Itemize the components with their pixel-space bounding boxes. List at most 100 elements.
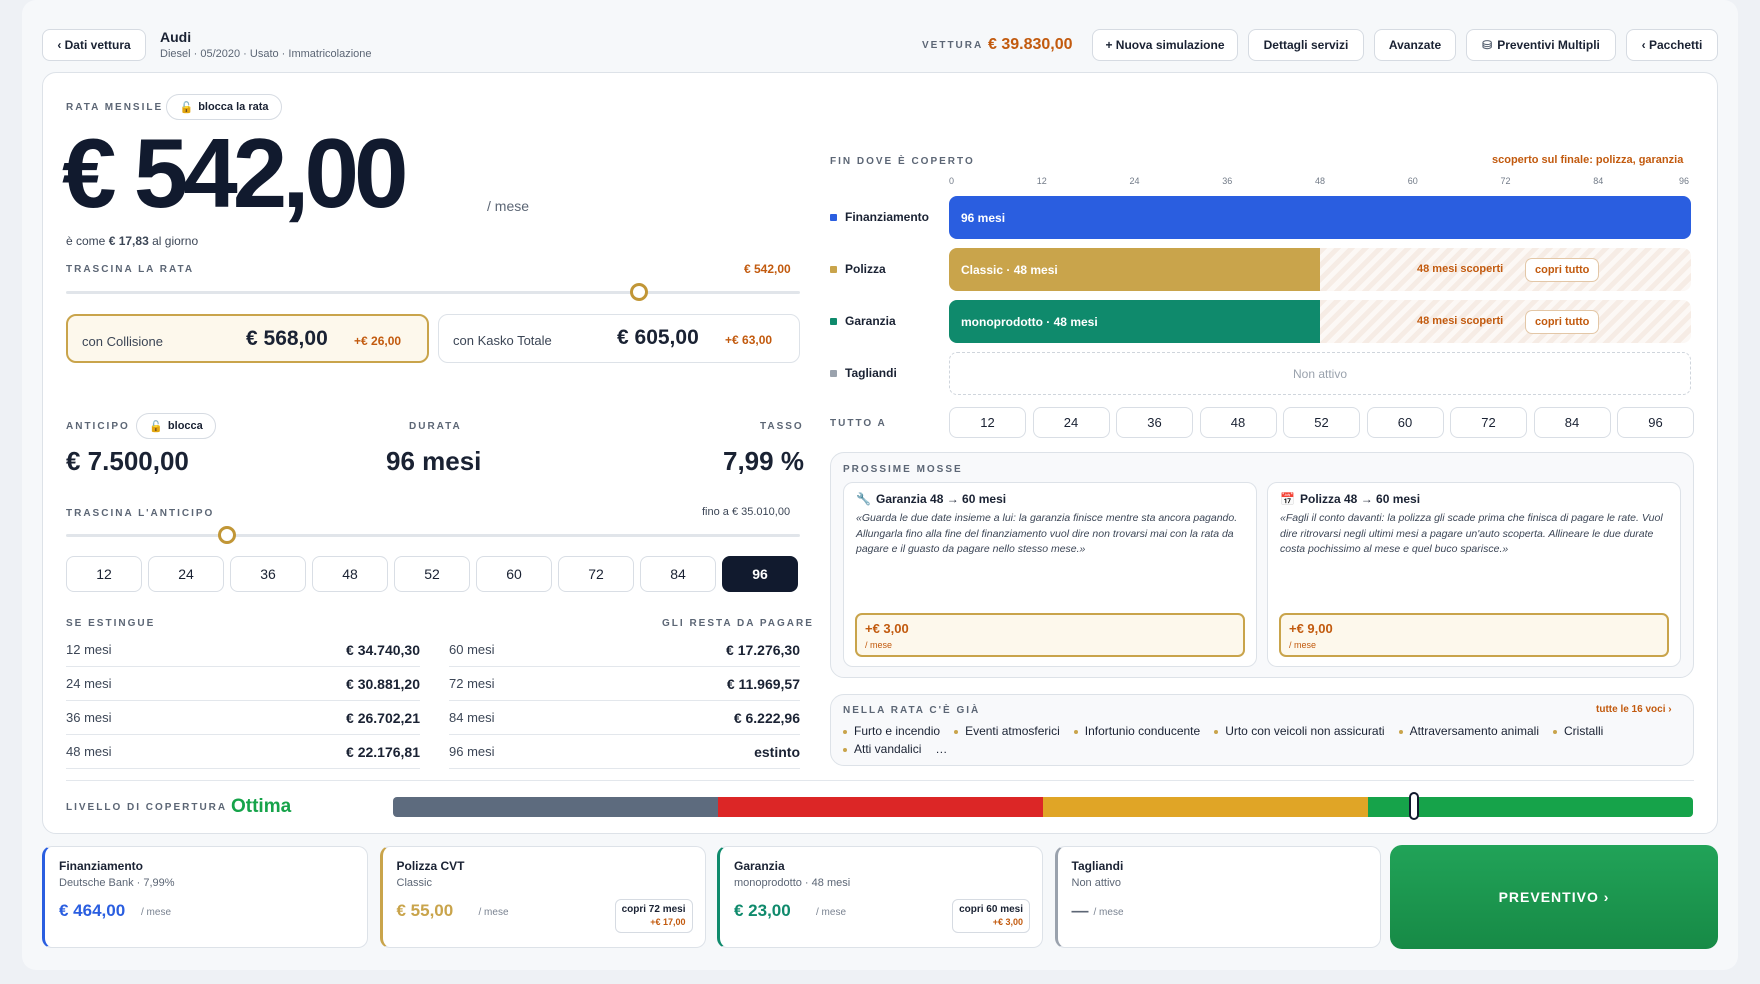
included-all-link[interactable]: tutte le 16 voci › [1596, 704, 1672, 715]
included-item-label: Infortunio conducente [1084, 724, 1201, 738]
summary-card-finanziamento[interactable]: Finanziamento Deutsche Bank · 7,99% € 464,… [42, 846, 368, 948]
axis-tick-36: 36 [1222, 176, 1233, 186]
uncovered-area [1320, 300, 1691, 343]
legend-swatch [830, 370, 837, 377]
tutto-option-36[interactable]: 36 [1116, 407, 1193, 438]
next-move-body: «Fagli il conto davanti: la polizza gli … [1280, 512, 1663, 555]
option-collisione[interactable]: con Collisione € 568,00 +€ 26,00 [66, 314, 429, 363]
summary-per: / mese [816, 907, 847, 918]
payoff-divider [66, 666, 420, 667]
included-item-label: Cristalli [1563, 724, 1604, 738]
duration-label: DURATA [409, 421, 462, 432]
rata-per-month: / mese [487, 198, 530, 214]
advanced-button[interactable]: Avanzate [1374, 29, 1456, 61]
summary-extend-label: copri 72 mesi [621, 904, 686, 915]
payoff-divider [449, 768, 800, 769]
tutto-option-48[interactable]: 48 [1199, 407, 1277, 438]
coverage-row-name: Tagliandi [845, 366, 897, 380]
bullet-icon [843, 729, 847, 734]
next-move-price-box[interactable]: +€ 9,00 / mese [1279, 613, 1669, 657]
uncovered-area [1320, 248, 1691, 291]
new-simulation-button[interactable]: + Nuova simulazione [1092, 29, 1238, 61]
payoff-month: 96 mesi [449, 744, 495, 759]
summary-extend-label: copri 60 mesi [959, 904, 1023, 915]
option-price: € 605,00 [617, 326, 699, 349]
summary-card-garanzia[interactable]: Garanzia monoprodotto · 48 mesi € 23,00 / m… [717, 846, 1043, 948]
duration-option-52[interactable]: 52 [394, 556, 470, 592]
duration-option-96[interactable]: 96 [722, 556, 798, 592]
packages-button[interactable]: ‹ Pacchetti [1626, 29, 1718, 61]
rate-label: TASSO [760, 421, 804, 432]
divider [66, 780, 1694, 781]
anticipo-label: ANTICIPO [66, 421, 130, 432]
duration-option-36[interactable]: 36 [230, 556, 306, 592]
summary-extend-button[interactable]: copri 60 mesi +€ 3,00 [952, 899, 1030, 933]
payoff-month: 60 mesi [449, 642, 495, 657]
option-kasko[interactable]: con Kasko Totale € 605,00 +€ 63,00 [438, 314, 800, 363]
bullet-icon [843, 747, 847, 752]
tutto-option-24[interactable]: 24 [1032, 407, 1110, 438]
service-details-button[interactable]: Dettagli servizi [1248, 29, 1364, 61]
coverage-level-marker [1408, 792, 1419, 820]
tutto-option-12[interactable]: 12 [949, 407, 1026, 438]
next-move-card[interactable]: 🔧 Garanzia 48 → 60 mesi «Guarda le due dat… [843, 482, 1257, 667]
cover-all-button[interactable]: copri tutto [1525, 258, 1600, 282]
tutto-option-96[interactable]: 96 [1617, 407, 1694, 438]
payoff-divider [66, 768, 420, 769]
summary-sub: monoprodotto · 48 mesi [734, 877, 851, 889]
duration-option-60[interactable]: 60 [476, 556, 552, 592]
duration-option-24[interactable]: 24 [148, 556, 224, 592]
tutto-option-52[interactable]: 52 [1283, 407, 1360, 438]
rata-slider-track[interactable] [66, 291, 800, 294]
bullet-icon [1398, 729, 1403, 734]
next-move-price-box[interactable]: +€ 3,00 / mese [855, 613, 1245, 657]
anticipo-value: € 7.500,00 [66, 446, 189, 476]
included-item: Cristalli [1552, 722, 1604, 740]
lock-rata-button[interactable]: 🔓 blocca la rata [166, 94, 282, 120]
bullet-icon [1073, 729, 1078, 734]
tutto-option-72[interactable]: 72 [1450, 407, 1527, 438]
rata-label: RATA MENSILE [66, 102, 164, 113]
next-move-per: / mese [1289, 640, 1317, 650]
payoff-divider [449, 666, 800, 667]
anticipo-slider-track[interactable] [66, 534, 800, 537]
duration-option-84[interactable]: 84 [640, 556, 716, 592]
lock-icon: 🔓 [179, 101, 194, 114]
summary-per: / mese [1093, 907, 1124, 918]
level-label: LIVELLO DI COPERTURA [66, 802, 228, 813]
next-move-per: / mese [865, 640, 893, 650]
rata-slider-handle[interactable] [629, 283, 648, 301]
duration-option-48[interactable]: 48 [312, 556, 388, 592]
duration-option-72[interactable]: 72 [558, 556, 634, 592]
legend-swatch [830, 318, 837, 325]
payoff-month: 72 mesi [449, 676, 495, 691]
lock-anticipo-button[interactable]: 🔓 blocca [136, 413, 216, 439]
back-to-car-button[interactable]: ‹ Dati vettura [42, 29, 146, 61]
next-move-price: +€ 3,00 [865, 621, 909, 636]
summary-title: Tagliandi [1071, 859, 1124, 873]
summary-card-tagliandi[interactable]: Tagliandi Non attivo — / mese [1054, 846, 1381, 948]
coverage-bar-polizza: Classic · 48 mesi [949, 248, 1320, 291]
tutto-label: TUTTO A [830, 418, 887, 429]
payoff-value: € 17.276,30 [726, 642, 800, 658]
coverage-level-bar [393, 797, 1693, 817]
preventivo-button[interactable]: PREVENTIVO › [1390, 845, 1718, 949]
bullet-icon [1214, 729, 1219, 734]
anticipo-max: fino a € 35.010,00 [702, 506, 791, 518]
cover-all-button[interactable]: copri tutto [1525, 310, 1600, 334]
summary-extend-button[interactable]: copri 72 mesi +€ 17,00 [614, 899, 693, 933]
tutto-option-60[interactable]: 60 [1366, 407, 1444, 438]
axis-tick-12: 12 [1036, 176, 1047, 186]
tutto-option-84[interactable]: 84 [1533, 407, 1611, 438]
legend-swatch [830, 266, 837, 273]
multiple-quotes-button[interactable]: ⛁ Preventivi Multipli [1466, 29, 1616, 61]
summary-card-polizza-cvt[interactable]: Polizza CVT Classic € 55,00 / mese copri 72 … [379, 846, 706, 948]
payoff-month: 84 mesi [449, 710, 495, 725]
next-move-card[interactable]: 📅 Polizza 48 → 60 mesi «Fagli il conto dav… [1267, 482, 1681, 667]
axis-tick-72: 72 [1500, 176, 1511, 186]
car-meta: Diesel · 05/2020 · Usato · Immatricolazi… [160, 48, 372, 60]
duration-option-12[interactable]: 12 [66, 556, 142, 592]
axis-tick-96: 96 [1679, 176, 1690, 186]
included-item: Infortunio conducente [1073, 722, 1201, 740]
rata-amount: € 542,00 [62, 118, 408, 228]
